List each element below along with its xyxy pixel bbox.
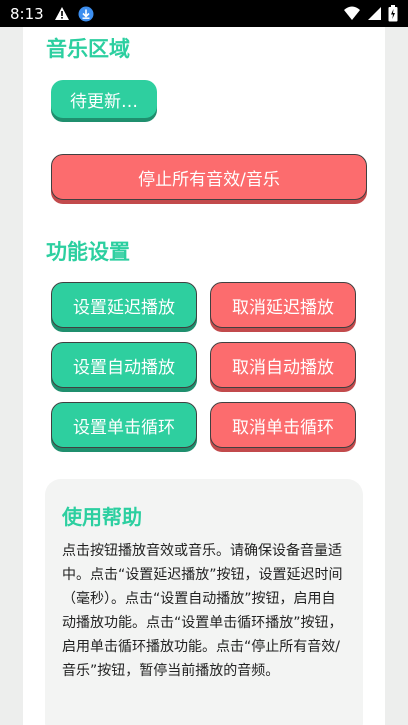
stop-all-button[interactable]: 停止所有音效/音乐	[51, 154, 367, 200]
cancel-auto-button[interactable]: 取消自动播放	[210, 342, 356, 388]
help-text: 点击按钮播放音效或音乐。请确保设备音量适中。点击“设置延迟播放”按钮，设置延迟时…	[62, 543, 343, 679]
set-auto-button[interactable]: 设置自动播放	[51, 342, 197, 388]
battery-icon	[388, 5, 398, 22]
help-box: 使用帮助 点击按钮播放音效或音乐。请确保设备音量适中。点击“设置延迟播放”按钮，…	[45, 479, 363, 725]
set-delay-button[interactable]: 设置延迟播放	[51, 282, 197, 328]
set-loop-button[interactable]: 设置单击循环	[51, 402, 197, 448]
status-right-icons	[343, 5, 398, 22]
download-icon	[78, 6, 94, 21]
warning-icon	[54, 7, 69, 20]
wifi-icon	[344, 6, 360, 20]
music-section-title: 音乐区域	[46, 37, 130, 61]
help-title: 使用帮助	[62, 505, 142, 529]
cancel-delay-button[interactable]: 取消延迟播放	[210, 282, 356, 328]
pending-update-button[interactable]: 待更新…	[51, 80, 157, 118]
status-bar: 8:13	[0, 0, 408, 27]
settings-section-title: 功能设置	[46, 240, 130, 264]
cancel-loop-button[interactable]: 取消单击循环	[210, 402, 356, 448]
signal-icon	[368, 7, 381, 20]
status-time: 8:13	[10, 4, 44, 23]
